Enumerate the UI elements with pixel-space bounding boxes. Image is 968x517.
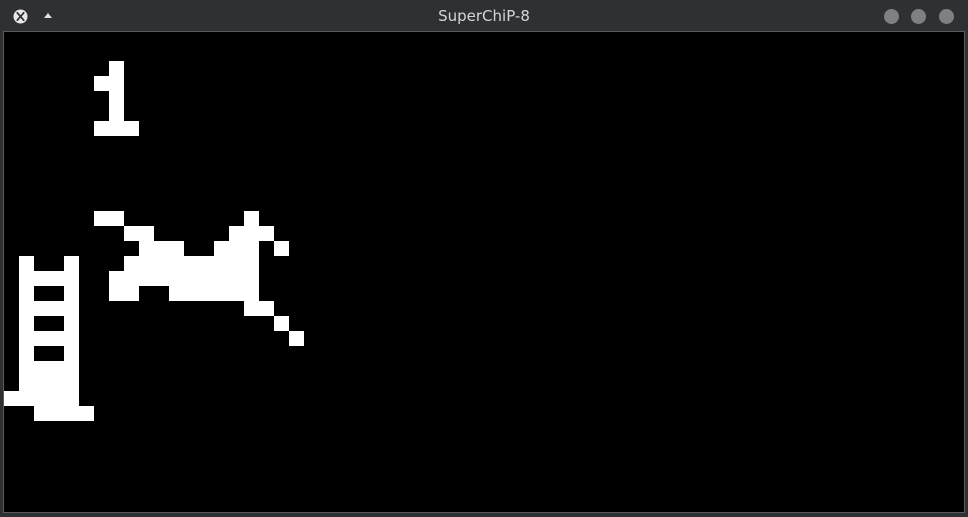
title-bar[interactable]: SuperChiP-8 bbox=[0, 0, 968, 32]
display-canvas bbox=[4, 61, 304, 421]
window-title: SuperChiP-8 bbox=[438, 7, 530, 25]
chip8-display[interactable] bbox=[3, 31, 965, 513]
sprite-ladder bbox=[4, 256, 94, 421]
minimize-button[interactable] bbox=[884, 9, 899, 24]
close-button[interactable] bbox=[939, 9, 954, 24]
sprite-level-digit bbox=[94, 61, 139, 136]
sprite-jumping-figure bbox=[94, 211, 304, 346]
app-window: SuperChiP-8 bbox=[0, 0, 968, 517]
maximize-button[interactable] bbox=[911, 9, 926, 24]
